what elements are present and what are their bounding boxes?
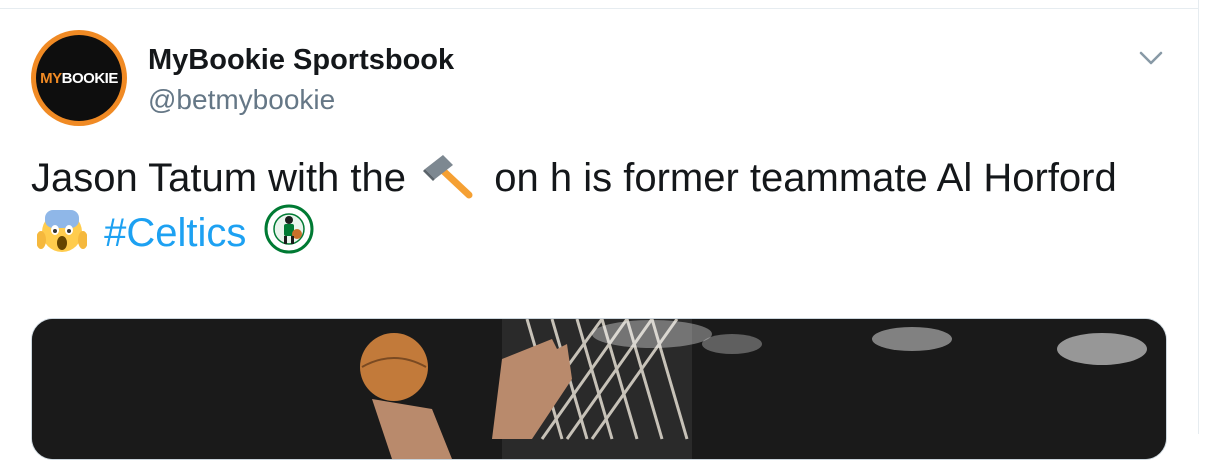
avatar-logo: MYBOOKIE [36, 35, 122, 121]
face-screaming-emoji [37, 210, 87, 252]
celtics-logo [264, 204, 314, 254]
chevron-down-icon[interactable] [1138, 48, 1164, 68]
right-divider [1198, 0, 1199, 434]
avatar-logo-text: MYBOOKIE [40, 69, 118, 87]
video-frame [32, 319, 1166, 459]
tweet-text: Jason Tatum with the on h is former team… [31, 152, 1151, 259]
top-divider [0, 8, 1198, 9]
media-video[interactable] [31, 318, 1167, 460]
avatar[interactable]: MYBOOKIE [31, 30, 127, 126]
user-handle[interactable]: @betmybookie [148, 84, 335, 116]
tweet-text-part1: Jason Tatum with the [31, 156, 407, 200]
hashtag-link[interactable]: #Celtics [104, 211, 246, 255]
tweet-text-part2: on h is former teammate Al Horford [494, 156, 1117, 200]
display-name[interactable]: MyBookie Sportsbook [148, 44, 454, 77]
hammer-emoji [423, 155, 473, 199]
